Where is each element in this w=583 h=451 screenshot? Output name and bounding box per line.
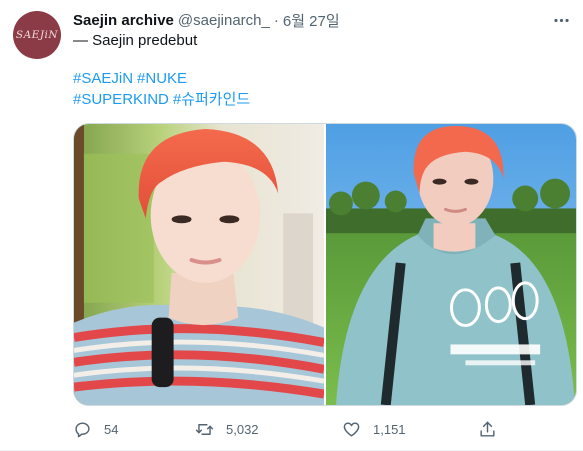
hashtag-link[interactable]: #SUPERKIND [73, 91, 169, 108]
retweet-count: 5,032 [226, 421, 259, 437]
tweet-actions: 54 5,032 1,151 [73, 418, 503, 440]
more-icon [553, 18, 569, 22]
display-name[interactable]: Saejin archive [73, 12, 174, 29]
portrait-image [325, 124, 576, 405]
like-count: 1,151 [373, 421, 406, 437]
hashtag-link[interactable]: #NUKE [137, 70, 187, 87]
avatar-logo-text: SAEJiN [15, 29, 59, 41]
tweet-card[interactable]: SAEJiN Saejin archive @saejinarch_ · 6월 … [0, 0, 583, 451]
portrait-image [74, 124, 324, 405]
tweet-date[interactable]: 6월 27일 [283, 10, 340, 31]
share-button[interactable] [478, 418, 497, 440]
tweet-text: — Saejin predebut [73, 32, 198, 49]
share-icon [480, 421, 495, 437]
media-grid [73, 123, 577, 406]
retweet-button[interactable]: 5,032 [195, 418, 259, 440]
hashtag-link[interactable]: #SAEJiN [73, 70, 133, 87]
hashtag-line: #SAEJiN #NUKE [73, 69, 191, 89]
hashtag-link[interactable]: #슈퍼카인드 [173, 91, 250, 108]
reply-count: 54 [104, 421, 119, 437]
like-button[interactable]: 1,151 [342, 418, 406, 440]
user-handle[interactable]: @saejinarch_ [178, 12, 270, 29]
avatar[interactable]: SAEJiN [13, 11, 61, 59]
hashtag-line: #SUPERKIND #슈퍼카인드 [73, 90, 254, 110]
tweet-photo[interactable] [74, 124, 324, 405]
separator-dot: · [273, 11, 279, 29]
tweet-header: Saejin archive @saejinarch_ · 6월 27일 [73, 10, 340, 30]
like-icon [343, 421, 360, 437]
reply-button[interactable]: 54 [73, 418, 118, 440]
more-button[interactable] [551, 10, 571, 30]
tweet-photo[interactable] [325, 124, 576, 405]
retweet-icon [195, 423, 214, 435]
reply-icon [75, 421, 90, 437]
